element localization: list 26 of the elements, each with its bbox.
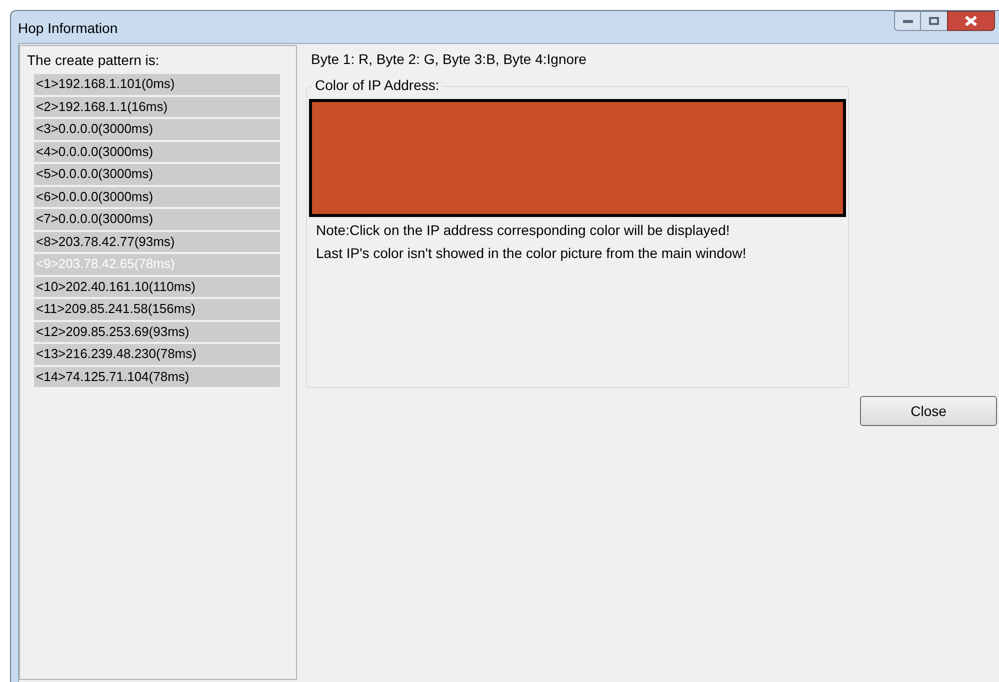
hop-list-item[interactable]: <14>74.125.71.104(78ms) <box>34 366 280 387</box>
hop-list-item[interactable]: <8>203.78.42.77(93ms) <box>34 232 280 252</box>
hop-list-item[interactable]: <6>0.0.0.0(3000ms) <box>34 186 280 207</box>
group-title: Color of IP Address: <box>312 77 442 93</box>
note-text: Last IP's color isn't showed in the color picture from the main window! <box>316 244 748 263</box>
byte-legend: Byte 1: R, Byte 2: G, Byte 3:B, Byte 4:Ignore <box>306 49 999 70</box>
hop-list-item[interactable]: <5>0.0.0.0(3000ms) <box>34 164 280 184</box>
hop-list-item[interactable]: <1>192.168.1.101(0ms) <box>34 74 280 94</box>
window-title: Hop Information <box>18 18 118 38</box>
pattern-label: The create pattern is: <box>27 51 160 70</box>
hop-list-item[interactable]: <3>0.0.0.0(3000ms) <box>34 119 280 140</box>
hop-list-item[interactable]: <13>216.239.48.230(78ms) <box>34 344 280 364</box>
hop-list-item[interactable]: <4>0.0.0.0(3000ms) <box>34 142 280 162</box>
minimize-icon <box>902 20 912 22</box>
hop-list-item[interactable]: <11>209.85.241.58(156ms) <box>34 299 280 320</box>
hop-list-item[interactable]: <10>202.40.161.10(110ms) <box>34 276 280 297</box>
close-window-button[interactable] <box>947 11 995 31</box>
maximize-icon <box>929 17 939 25</box>
hop-list-item[interactable]: <12>209.85.253.69(93ms) <box>34 322 280 342</box>
close-button[interactable]: Close <box>860 396 997 426</box>
hop-list-item[interactable]: <7>0.0.0.0(3000ms) <box>34 209 280 230</box>
hop-list-item[interactable]: <2>192.168.1.1(16ms) <box>34 96 280 117</box>
note-text: Note:Click on the IP address corresponding color will be displayed! <box>316 221 731 240</box>
minimize-button[interactable] <box>894 11 921 31</box>
close-icon <box>965 16 977 26</box>
maximize-button[interactable] <box>921 11 947 31</box>
